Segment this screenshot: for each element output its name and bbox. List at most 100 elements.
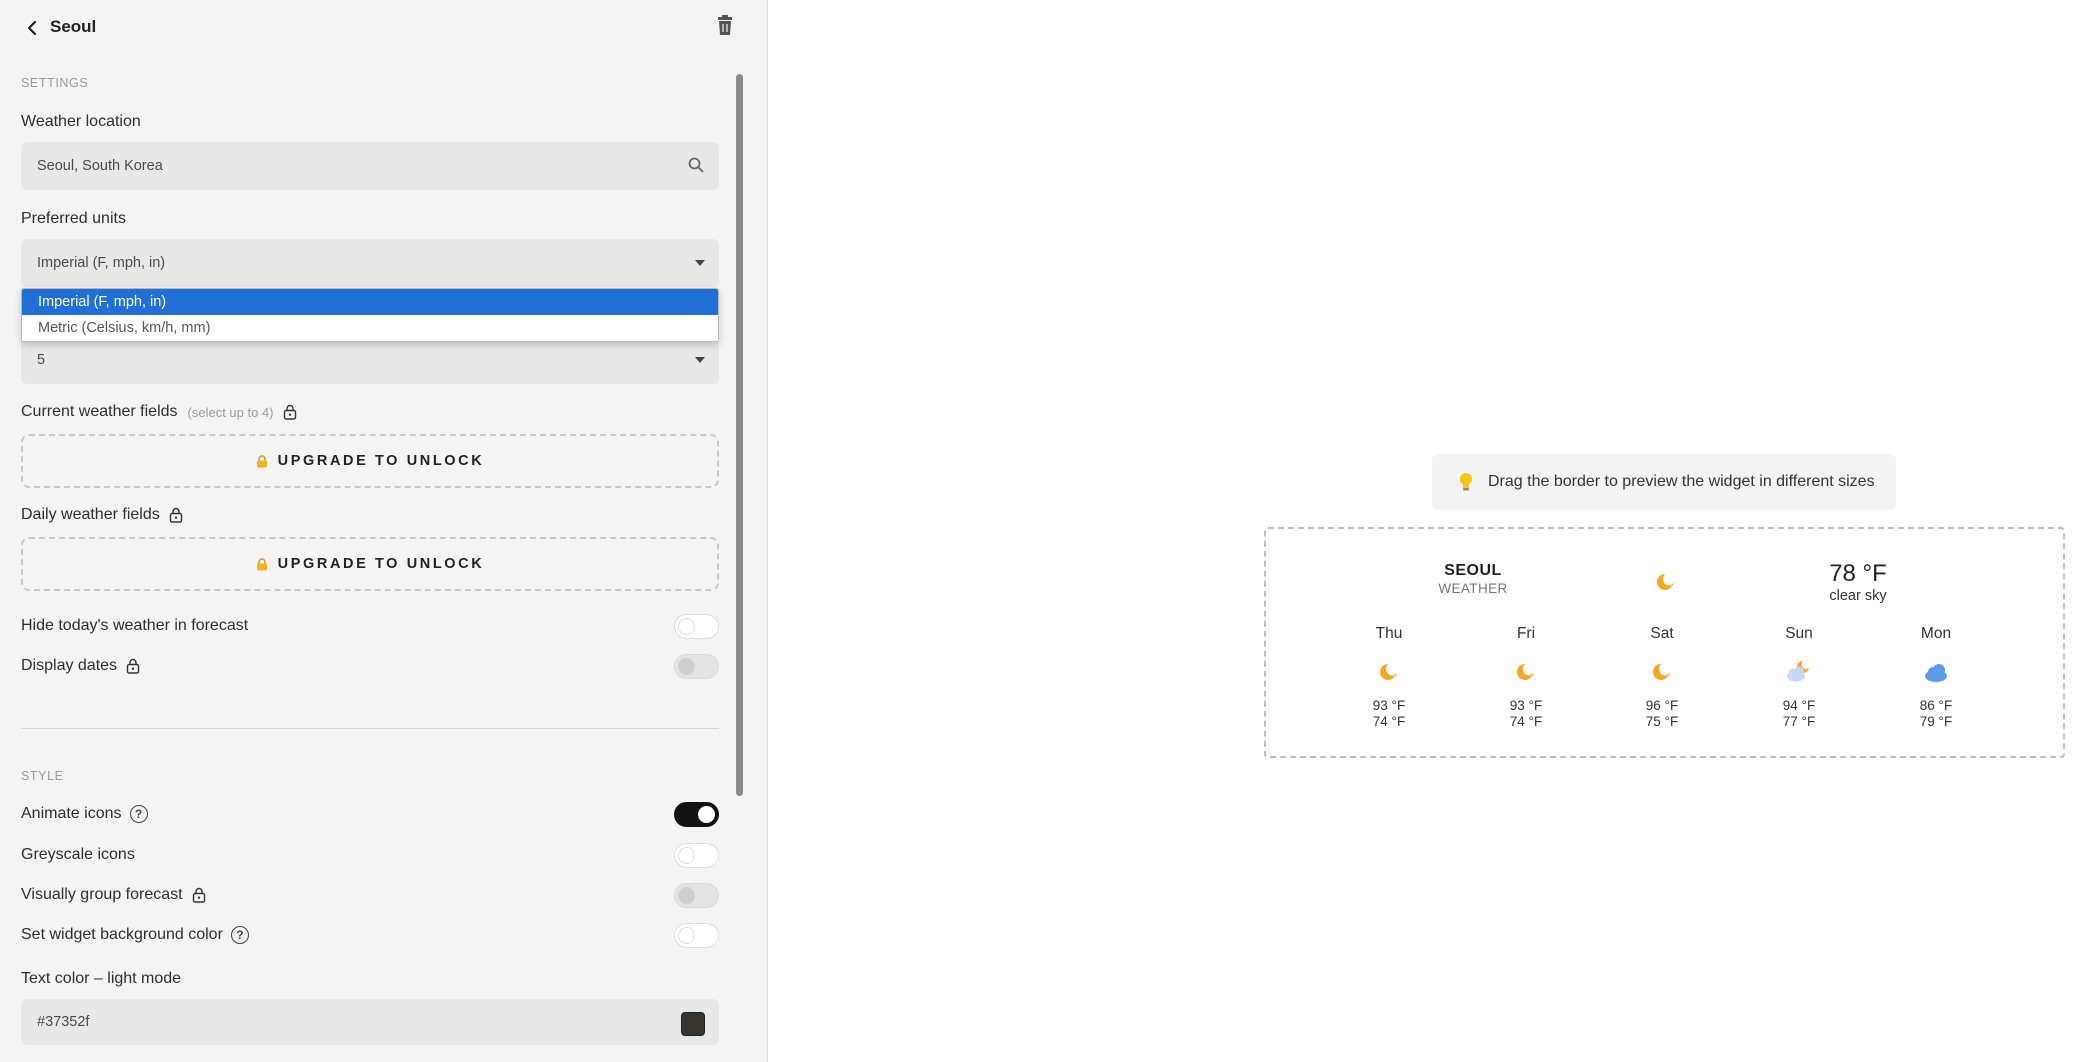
animate-icons-label: Animate icons ? [21, 805, 148, 823]
night-moon-icon [1653, 662, 1672, 680]
cloud-icon [1925, 664, 1947, 682]
chevron-down-icon [695, 260, 705, 266]
toggle-knob [678, 887, 695, 904]
widget-city-name: SEOUL [1444, 562, 1502, 579]
settings-section-heading: SETTINGS [21, 76, 89, 90]
lock-icon [192, 887, 205, 903]
units-option-imperial[interactable]: Imperial (F, mph, in) [22, 289, 718, 315]
forecast-high: 86 °F [1919, 698, 1953, 713]
forecast-low: 79 °F [1919, 714, 1953, 729]
trash-icon[interactable] [715, 15, 735, 37]
greyscale-icons-label: Greyscale icons [21, 846, 135, 864]
animate-icons-toggle[interactable] [674, 802, 719, 827]
toggle-knob [698, 806, 715, 823]
forecast-day-name: Fri [1516, 625, 1536, 642]
forecast-day: Thu 93 °F 74 °F [1344, 625, 1434, 729]
forecast-low: 74 °F [1372, 714, 1406, 729]
resize-tip-banner: Drag the border to preview the widget in… [1432, 454, 1896, 510]
greyscale-icons-label-text: Greyscale icons [21, 846, 135, 863]
upgrade-button-label: UPGRADE TO UNLOCK [277, 556, 485, 572]
toggle-knob [678, 847, 695, 864]
help-icon[interactable]: ? [230, 926, 249, 944]
page-title: Seoul [50, 17, 97, 36]
current-fields-label-text: Current weather fields [21, 403, 178, 420]
forecast-days-value: 5 [37, 352, 46, 368]
forecast-day: Sun 94 °F 77 °F [1754, 625, 1844, 729]
text-color-label: Text color – light mode [21, 970, 181, 988]
current-temperature: 78 °F [1829, 560, 1887, 587]
night-moon-icon [1517, 662, 1536, 680]
forecast-low: 75 °F [1645, 714, 1679, 729]
forecast-low: 77 °F [1782, 714, 1816, 729]
forecast-day: Sat 96 °F 75 °F [1617, 625, 1707, 729]
text-color-label-text: Text color – light mode [21, 970, 182, 987]
units-option-metric[interactable]: Metric (Celsius, km/h, mm) [22, 315, 718, 341]
daily-fields-label-text: Daily weather fields [21, 506, 160, 523]
forecast-high: 93 °F [1372, 698, 1406, 713]
tip-text: Drag the border to preview the widget in… [1488, 473, 1875, 490]
location-label: Weather location [21, 113, 141, 131]
chevron-left-icon[interactable] [22, 18, 42, 38]
lock-icon [283, 404, 296, 420]
lock-icon [256, 557, 267, 570]
group-forecast-label: Visually group forecast [21, 886, 207, 904]
forecast-low: 74 °F [1509, 714, 1543, 729]
lightbulb-icon [1460, 473, 1472, 491]
upgrade-button-label: UPGRADE TO UNLOCK [277, 453, 485, 469]
current-fields-hint: (select up to 4) [187, 404, 274, 420]
greyscale-icons-toggle[interactable] [674, 843, 719, 868]
widget-subtitle: WEATHER [1438, 581, 1508, 596]
forecast-days-select[interactable]: 5 [21, 336, 719, 384]
units-select[interactable]: Imperial (F, mph, in) [21, 239, 719, 287]
bg-color-label: Set widget background color ? [21, 926, 249, 944]
current-description: clear sky [1829, 588, 1887, 604]
daily-fields-label: Daily weather fields [21, 506, 184, 524]
help-icon[interactable]: ? [129, 805, 148, 823]
upgrade-button-current-fields[interactable]: UPGRADE TO UNLOCK [21, 434, 719, 488]
forecast-high: 93 °F [1509, 698, 1543, 713]
bg-color-label-text: Set widget background color [21, 926, 223, 943]
display-dates-label-text: Display dates [21, 657, 118, 674]
chevron-down-icon [695, 357, 705, 363]
forecast-high: 94 °F [1782, 698, 1816, 713]
hide-today-toggle[interactable] [674, 614, 719, 639]
panel-header: Seoul [0, 0, 760, 56]
toggle-knob [678, 927, 695, 944]
widget-city-block: SEOUL WEATHER [1408, 562, 1538, 596]
search-icon [688, 157, 704, 173]
location-search-input[interactable]: Seoul, South Korea [21, 142, 719, 190]
style-section-heading: STYLE [21, 769, 64, 783]
units-dropdown-menu: Imperial (F, mph, in) Metric (Celsius, k… [21, 288, 719, 342]
location-label-text: Weather location [21, 113, 141, 130]
upgrade-button-daily-fields[interactable]: UPGRADE TO UNLOCK [21, 537, 719, 591]
forecast-day: Mon 86 °F 79 °F [1891, 625, 1981, 729]
scrollbar[interactable] [736, 74, 743, 796]
group-forecast-toggle[interactable] [674, 883, 719, 908]
night-moon-icon [1380, 662, 1399, 680]
widget-current-block: 78 °F clear sky [1818, 560, 1898, 604]
hide-today-label-text: Hide today's weather in forecast [21, 617, 249, 634]
units-label-text: Preferred units [21, 210, 126, 227]
units-label: Preferred units [21, 210, 126, 228]
color-swatch[interactable] [681, 1012, 705, 1036]
night-moon-icon [1657, 572, 1676, 590]
forecast-day-name: Mon [1920, 625, 1952, 642]
forecast-day-name: Thu [1375, 625, 1403, 642]
lock-icon [126, 658, 140, 674]
text-color-input[interactable]: #37352f [21, 999, 719, 1045]
toggle-knob [678, 658, 695, 675]
lock-icon [256, 454, 267, 467]
display-dates-label: Display dates [21, 657, 141, 675]
forecast-day-name: Sun [1785, 625, 1813, 642]
bg-color-toggle[interactable] [674, 923, 719, 948]
forecast-high: 96 °F [1645, 698, 1679, 713]
hide-today-label: Hide today's weather in forecast [21, 617, 248, 635]
lock-icon [169, 507, 182, 523]
text-color-value: #37352f [37, 1014, 90, 1030]
group-forecast-label-text: Visually group forecast [21, 886, 183, 903]
display-dates-toggle[interactable] [674, 654, 719, 679]
location-value: Seoul, South Korea [37, 158, 163, 174]
forecast-day-name: Sat [1650, 625, 1674, 642]
settings-panel: Seoul SETTINGS Weather location Seoul, S… [0, 0, 768, 1062]
animate-icons-label-text: Animate icons [21, 805, 122, 822]
